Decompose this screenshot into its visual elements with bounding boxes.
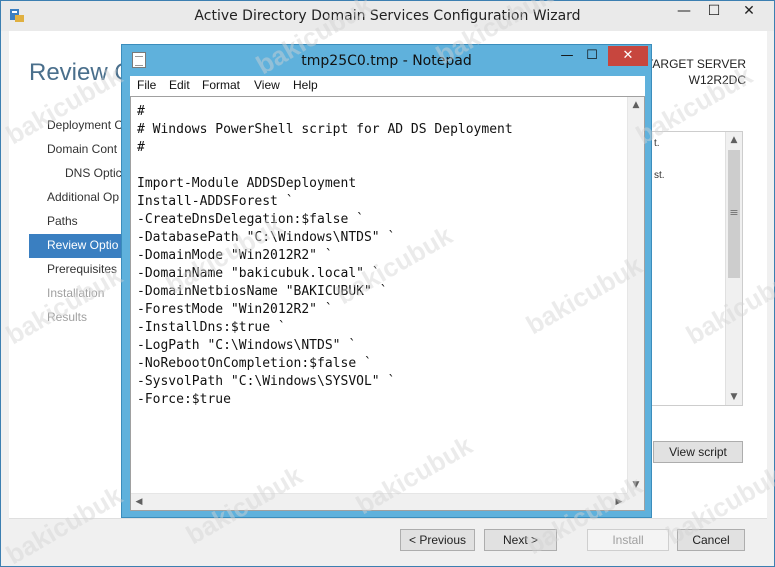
nav-item[interactable]: Prerequisites xyxy=(29,258,129,282)
notepad-window: tmp25C0.tmp - Notepad — ☐ ✕ File Edit Fo… xyxy=(121,44,652,518)
next-button[interactable]: Next > xyxy=(484,529,557,551)
scroll-grip-icon: ≡ xyxy=(729,206,739,219)
menu-file[interactable]: File xyxy=(137,78,156,92)
view-script-button[interactable]: View script xyxy=(653,441,743,463)
script-line: -DomainName "bakicubuk.local" ` xyxy=(137,266,380,281)
nav-item[interactable]: Domain Cont xyxy=(29,138,129,162)
script-line: # xyxy=(137,140,145,155)
script-line: # xyxy=(137,104,145,119)
script-line: -SysvolPath "C:\Windows\SYSVOL" ` xyxy=(137,374,396,389)
cancel-button[interactable]: Cancel xyxy=(677,529,745,551)
notepad-minimize-button[interactable]: — xyxy=(554,46,580,66)
scroll-left-arrow-icon[interactable]: ◀ xyxy=(131,494,147,510)
wizard-navigation: Deployment C Domain Cont DNS Optic Addition… xyxy=(29,114,129,330)
scroll-down-arrow-icon[interactable]: ▼ xyxy=(726,389,742,405)
nav-item: Results xyxy=(47,310,88,324)
menu-format[interactable]: Format xyxy=(202,78,240,92)
script-text[interactable]: # # Windows PowerShell script for AD DS D… xyxy=(137,103,625,483)
notepad-maximize-button[interactable]: ☐ xyxy=(579,46,605,66)
scroll-down-arrow-icon[interactable]: ▼ xyxy=(628,477,644,493)
script-line: -NoRebootOnCompletion:$false ` xyxy=(137,356,372,371)
install-button[interactable]: Install xyxy=(587,529,669,551)
script-line: -LogPath "C:\Windows\NTDS" ` xyxy=(137,338,357,353)
script-line: Install-ADDSForest ` xyxy=(137,194,294,209)
scrollbar-corner xyxy=(627,493,644,510)
editor-horizontal-scrollbar[interactable]: ◀ ▶ xyxy=(131,493,627,510)
previous-button[interactable]: < Previous xyxy=(400,529,475,551)
nav-item[interactable]: Additional Op xyxy=(29,186,129,210)
menu-edit[interactable]: Edit xyxy=(169,78,190,92)
target-server-label: TARGET SERVER W12R2DC xyxy=(646,56,746,88)
target-server-caption: TARGET SERVER xyxy=(645,57,746,71)
notepad-titlebar[interactable]: tmp25C0.tmp - Notepad — ☐ ✕ xyxy=(122,45,651,75)
nav-item: Installation xyxy=(47,286,105,300)
wizard-title: Active Directory Domain Services Configu… xyxy=(194,8,581,24)
script-line: -ForestMode "Win2012R2" ` xyxy=(137,302,333,317)
editor-vertical-scrollbar[interactable]: ▲ ▼ xyxy=(627,97,644,493)
menu-help[interactable]: Help xyxy=(293,78,318,92)
notepad-text-editor[interactable]: # # Windows PowerShell script for AD DS D… xyxy=(130,96,645,511)
script-line: -DomainMode "Win2012R2" ` xyxy=(137,248,333,263)
script-line: # Windows PowerShell script for AD DS De… xyxy=(137,122,513,137)
review-options-text-panel: t. st. ▲ ≡ ▼ xyxy=(651,131,743,406)
script-line xyxy=(137,157,625,175)
wizard-titlebar[interactable]: Active Directory Domain Services Configu… xyxy=(1,1,774,31)
review-text-fragment: t. xyxy=(654,138,660,149)
script-line: -InstallDns:$true ` xyxy=(137,320,286,335)
nav-item[interactable]: DNS Optic xyxy=(29,162,129,186)
script-line: -DatabasePath "C:\Windows\NTDS" ` xyxy=(137,230,396,245)
notepad-close-button[interactable]: ✕ xyxy=(608,46,648,66)
review-text-fragment: st. xyxy=(654,170,665,181)
menu-view[interactable]: View xyxy=(254,78,280,92)
nav-item[interactable]: Review Optio xyxy=(29,234,129,258)
notepad-menubar: File Edit Format View Help xyxy=(130,76,645,96)
review-panel-scrollbar[interactable]: ▲ ≡ ▼ xyxy=(725,132,742,405)
page-title: Review O xyxy=(29,59,134,86)
wizard-close-button[interactable]: ✕ xyxy=(731,1,767,23)
wizard-minimize-button[interactable]: — xyxy=(669,1,699,23)
scroll-up-arrow-icon[interactable]: ▲ xyxy=(726,132,742,148)
target-server-name: W12R2DC xyxy=(688,73,746,87)
scroll-up-arrow-icon[interactable]: ▲ xyxy=(628,97,644,113)
script-line: -DomainNetbiosName "BAKICUBUK" ` xyxy=(137,284,388,299)
script-line: -CreateDnsDelegation:$false ` xyxy=(137,212,364,227)
wizard-maximize-button[interactable]: ☐ xyxy=(699,1,729,23)
script-line: -Force:$true xyxy=(137,392,231,407)
nav-item[interactable]: Deployment C xyxy=(29,114,129,138)
scroll-right-arrow-icon[interactable]: ▶ xyxy=(611,494,627,510)
script-line: Import-Module ADDSDeployment xyxy=(137,176,357,191)
nav-item[interactable]: Paths xyxy=(29,210,129,234)
